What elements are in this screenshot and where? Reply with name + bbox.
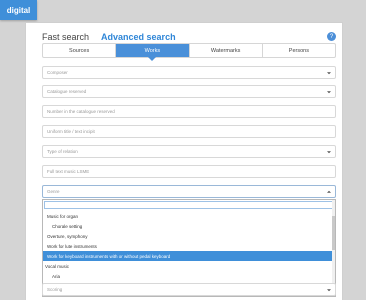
- catalogue-select[interactable]: Catalogue reserved: [42, 85, 336, 98]
- type-of-relation-placeholder: Type of relation: [47, 149, 78, 154]
- genre-option[interactable]: Vocal music: [43, 261, 335, 271]
- genre-option[interactable]: Chorale setting: [43, 221, 335, 231]
- full-text-placeholder: Full text music LSME: [47, 169, 90, 174]
- chevron-down-icon: [327, 150, 331, 153]
- tab-watermarks[interactable]: Watermarks: [190, 44, 263, 57]
- logo[interactable]: digital: [0, 0, 37, 20]
- tab-works[interactable]: Works: [116, 44, 190, 57]
- genre-option[interactable]: Music for organ: [43, 211, 335, 221]
- catalogue-placeholder: Catalogue reserved: [47, 89, 87, 94]
- dropdown-search-input[interactable]: [44, 201, 334, 209]
- tab-sources[interactable]: Sources: [43, 44, 117, 57]
- full-text-input[interactable]: Full text music LSME: [42, 165, 336, 178]
- fast-search-link[interactable]: Fast search: [42, 32, 89, 42]
- uniform-title-input[interactable]: Uniform title / text incipit: [42, 125, 336, 138]
- scoring-placeholder: Scoring: [47, 287, 63, 292]
- chevron-down-icon: [327, 90, 331, 93]
- catalogue-number-placeholder: Number in the catalogue reserved: [47, 109, 115, 114]
- genre-option[interactable]: Work for lute instruments: [43, 241, 335, 251]
- chevron-down-icon: [327, 71, 331, 74]
- catalogue-number-input[interactable]: Number in the catalogue reserved: [42, 105, 336, 118]
- chevron-down-icon: [327, 288, 331, 291]
- chevron-up-icon: [327, 190, 331, 193]
- genre-placeholder: Genre: [47, 189, 60, 194]
- type-of-relation-select[interactable]: Type of relation: [42, 145, 336, 158]
- uniform-title-placeholder: Uniform title / text incipit: [47, 129, 95, 134]
- genre-option[interactable]: Aria: [43, 271, 335, 281]
- dropdown-scrollbar-thumb[interactable]: [332, 216, 335, 250]
- tab-persons[interactable]: Persons: [263, 44, 335, 57]
- composer-select[interactable]: Composer: [42, 66, 336, 79]
- search-tabs: Sources Works Watermarks Persons: [42, 43, 336, 58]
- scoring-select[interactable]: Scoring: [42, 283, 336, 296]
- genre-select[interactable]: Genre: [42, 185, 336, 198]
- genre-option-selected[interactable]: Work for keyboard instruments with or wi…: [43, 251, 335, 261]
- search-panel: Fast search Advanced search ? Sources Wo…: [25, 22, 343, 300]
- search-header: Fast search Advanced search: [42, 32, 176, 42]
- composer-placeholder: Composer: [47, 70, 68, 75]
- help-icon[interactable]: ?: [327, 32, 336, 41]
- genre-option[interactable]: Overture, symphony: [43, 231, 335, 241]
- advanced-search-title[interactable]: Advanced search: [101, 32, 176, 42]
